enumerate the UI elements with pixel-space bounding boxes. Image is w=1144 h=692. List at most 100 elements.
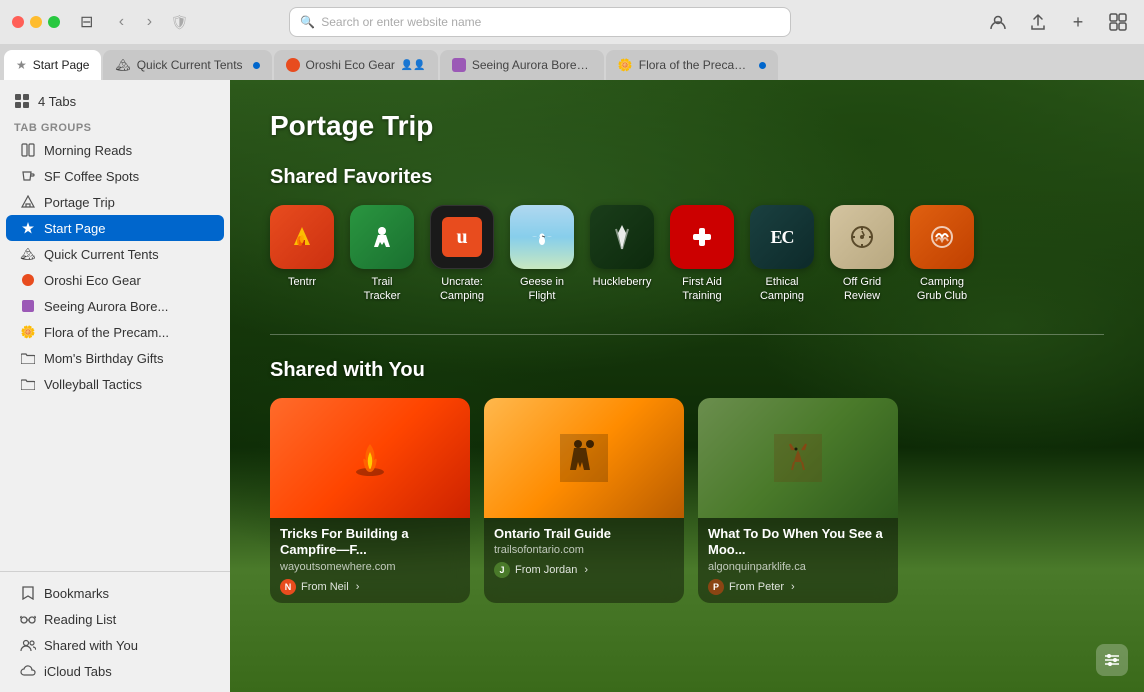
sidebar-item-oroshi[interactable]: Oroshi Eco Gear [6, 267, 224, 293]
fav-label-uncrate: Uncrate: Camping [440, 275, 484, 304]
flower-icon: 🌼 [618, 58, 633, 72]
fav-icon-huckleberry [590, 205, 654, 269]
sidebar-item-reading-list[interactable]: Reading List [6, 606, 224, 632]
from-label-campfire: From Neil [301, 581, 349, 593]
forward-button[interactable]: › [137, 10, 161, 34]
sidebar-item-label: Volleyball Tactics [44, 377, 142, 392]
fav-label-geese: Geese in Flight [520, 275, 564, 304]
titlebar: ⊟ ‹ › 🛡 🔍 Search or enter website name + [0, 0, 1144, 44]
coffee-icon [20, 168, 36, 184]
tabbar: ★ Start Page 🏔 Quick Current Tents Orosh… [0, 44, 1144, 80]
tab-dot [253, 62, 260, 69]
sidebar-item-label: Bookmarks [44, 586, 109, 601]
tab-favicon-oroshi [286, 58, 300, 72]
tab-flora[interactable]: 🌼 Flora of the Precambi... [606, 50, 778, 80]
fav-icon-trail [350, 205, 414, 269]
card-domain-moose: algonquinparklife.ca [708, 561, 888, 573]
page-title: Portage Trip [270, 110, 1104, 142]
minimize-button[interactable] [30, 16, 42, 28]
fav-icon-grub [910, 205, 974, 269]
sidebar-item-moms-birthday[interactable]: Mom's Birthday Gifts [6, 345, 224, 371]
fav-huckleberry[interactable]: Huckleberry [590, 205, 654, 304]
tabs-count-item[interactable]: 4 Tabs [0, 88, 230, 114]
sidebar-item-label: Quick Current Tents [44, 247, 159, 262]
share-button[interactable] [1024, 8, 1052, 36]
sidebar-item-start-page[interactable]: Start Page [6, 215, 224, 241]
from-avatar-campfire: N [280, 579, 296, 595]
content-scroll[interactable]: Portage Trip Shared Favorites Tentrr Tra… [230, 80, 1144, 692]
card-from-trail[interactable]: J From Jordan › [494, 562, 674, 578]
tab-aurora[interactable]: Seeing Aurora Boreali... [440, 50, 604, 80]
star-icon [20, 220, 36, 236]
fav-icon-offgrid [830, 205, 894, 269]
tab-label: Seeing Aurora Boreali... [472, 58, 592, 72]
tab-label: Oroshi Eco Gear [306, 58, 395, 72]
people-icon [20, 637, 36, 653]
from-avatar-trail: J [494, 562, 510, 578]
mountain-icon: 🏔 [20, 246, 36, 262]
fullscreen-button[interactable] [48, 16, 60, 28]
new-tab-button[interactable]: + [1064, 8, 1092, 36]
fav-icon-uncrate: u [430, 205, 494, 269]
favorites-grid: Tentrr Trail Tracker u Uncrate: Camping [270, 205, 1104, 304]
fav-icon-first-aid [670, 205, 734, 269]
sidebar-item-portage-trip[interactable]: Portage Trip [6, 189, 224, 215]
fav-first-aid[interactable]: First Aid Training [670, 205, 734, 304]
shared-card-trail[interactable]: Ontario Trail Guide trailsofontario.com … [484, 398, 684, 604]
sidebar-item-label: Oroshi Eco Gear [44, 273, 141, 288]
card-domain-trail: trailsofontario.com [494, 544, 674, 556]
from-label-trail: From Jordan [515, 564, 577, 576]
sidebar-item-shared[interactable]: Shared with You [6, 632, 224, 658]
tab-label: Quick Current Tents [137, 58, 243, 72]
sidebar-item-aurora[interactable]: Seeing Aurora Bore... [6, 293, 224, 319]
from-label-moose: From Peter [729, 581, 784, 593]
address-bar[interactable]: 🔍 Search or enter website name [290, 8, 790, 36]
sidebar-toggle[interactable]: ⊟ [80, 12, 93, 32]
shared-card-campfire[interactable]: Tricks For Building a Campfire—F... wayo… [270, 398, 470, 604]
tab-oroshi[interactable]: Oroshi Eco Gear 👤👤 [274, 50, 438, 80]
tab-start-page[interactable]: ★ Start Page [4, 50, 101, 80]
sidebar-item-morning-reads[interactable]: Morning Reads [6, 137, 224, 163]
fav-camping-grub[interactable]: Camping Grub Club [910, 205, 974, 304]
fav-label-tentrr: Tentrr [288, 275, 316, 289]
fav-tentrr[interactable]: Tentrr [270, 205, 334, 304]
card-title-campfire: Tricks For Building a Campfire—F... [280, 526, 460, 560]
tab-quick-current-tents[interactable]: 🏔 Quick Current Tents [103, 50, 271, 80]
titlebar-right: + [984, 8, 1132, 36]
fav-off-grid[interactable]: Off Grid Review [830, 205, 894, 304]
card-from-campfire[interactable]: N From Neil › [280, 579, 460, 595]
mountain-icon: 🏔 [115, 58, 130, 72]
fav-uncrate[interactable]: u Uncrate: Camping [430, 205, 494, 304]
tabs-count-label: 4 Tabs [38, 94, 76, 109]
sidebar-item-icloud-tabs[interactable]: iCloud Tabs [6, 658, 224, 684]
sidebar-item-sf-coffee[interactable]: SF Coffee Spots [6, 163, 224, 189]
folder-icon-2 [20, 376, 36, 392]
tab-groups-label: Tab Groups [0, 114, 230, 137]
nav-buttons: ‹ › [109, 10, 161, 34]
folder-icon [20, 350, 36, 366]
sidebar-item-quick-current[interactable]: 🏔 Quick Current Tents [6, 241, 224, 267]
sidebar-bottom: Bookmarks Reading List Shared with You i… [0, 571, 230, 684]
card-title-trail: Ontario Trail Guide [494, 526, 674, 543]
close-button[interactable] [12, 16, 24, 28]
card-domain-campfire: wayoutsomewhere.com [280, 561, 460, 573]
sidebar-item-volleyball[interactable]: Volleyball Tactics [6, 371, 224, 397]
fav-trail-tracker[interactable]: Trail Tracker [350, 205, 414, 304]
shared-card-moose[interactable]: What To Do When You See a Moo... algonqu… [698, 398, 898, 604]
sidebar-item-flora[interactable]: 🌼 Flora of the Precam... [6, 319, 224, 345]
back-button[interactable]: ‹ [109, 10, 133, 34]
fav-label-first-aid: First Aid Training [682, 275, 722, 304]
sidebar-item-label: Seeing Aurora Bore... [44, 299, 168, 314]
share-profile-icon[interactable] [984, 8, 1012, 36]
tabs-grid-icon [14, 93, 30, 109]
fav-geese[interactable]: Geese in Flight [510, 205, 574, 304]
tab-overview-button[interactable] [1104, 8, 1132, 36]
card-image-campfire [270, 398, 470, 518]
fav-ethical-camping[interactable]: EC Ethical Camping [750, 205, 814, 304]
customize-button[interactable] [1096, 644, 1128, 676]
fav-label-offgrid: Off Grid Review [843, 275, 881, 304]
sidebar-item-label: iCloud Tabs [44, 664, 112, 679]
sidebar-item-bookmarks[interactable]: Bookmarks [6, 580, 224, 606]
card-from-moose[interactable]: P From Peter › [708, 579, 888, 595]
section-divider [270, 334, 1104, 335]
